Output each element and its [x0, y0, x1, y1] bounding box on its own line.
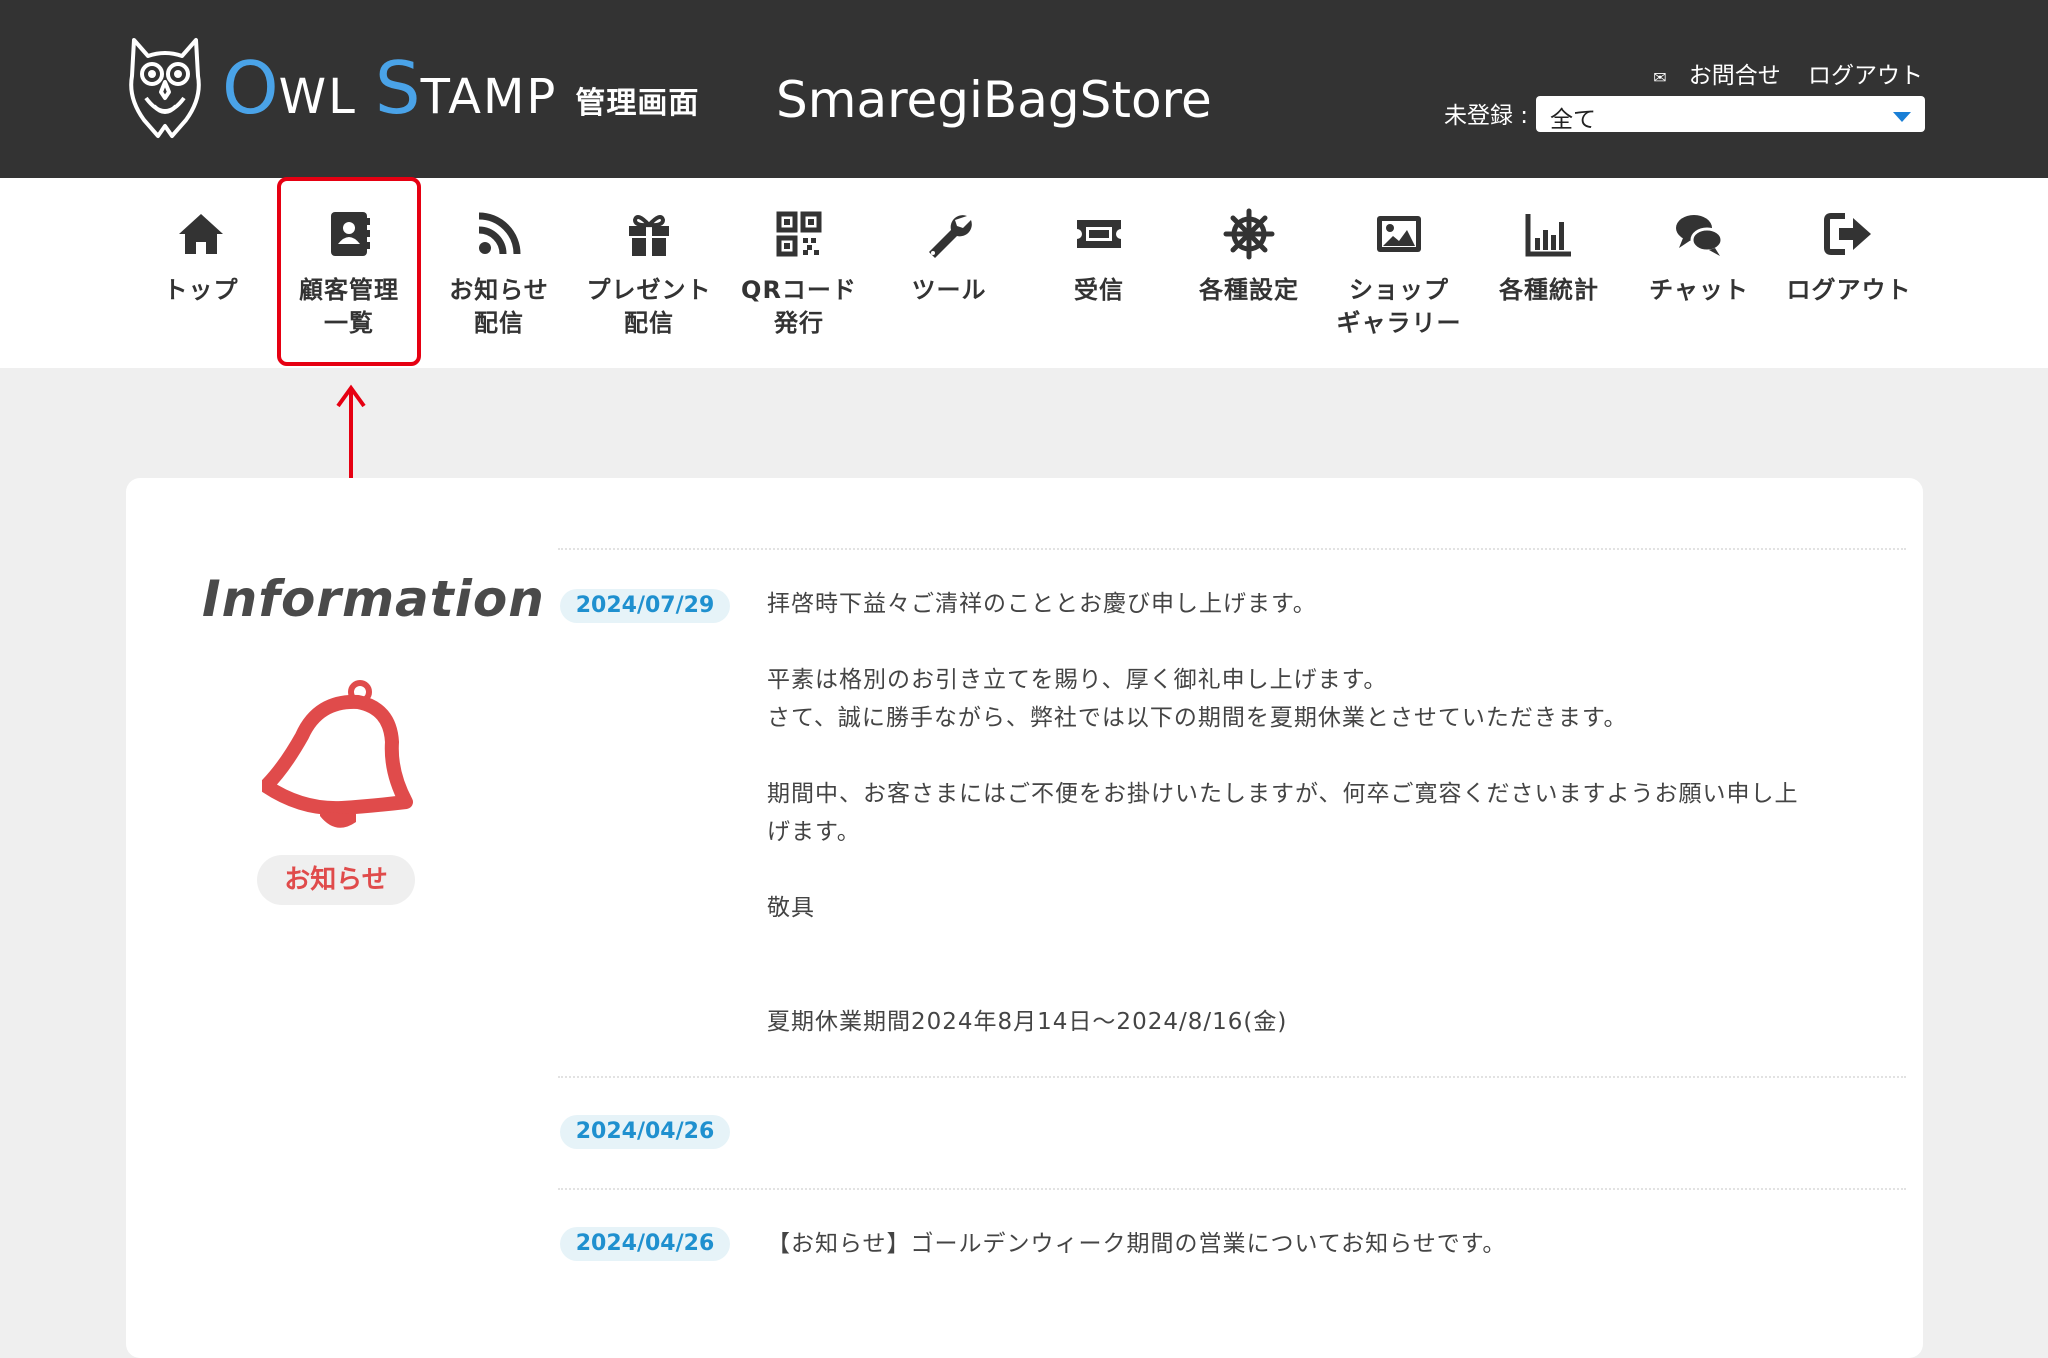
brand-letters-tamp: TAMP — [420, 69, 558, 125]
wrench-icon — [929, 215, 972, 258]
post-line: 期間中、お客さまにはご不便をお掛けいたしますが、何卒ご寛容くださいますようお願い… — [767, 781, 1799, 807]
filter-label: 未登録 : — [1444, 103, 1529, 129]
post-body: 拝啓時下益々ご清祥のこととお慶び申し上げます。 平素は格別のお引き立てを賜り、厚… — [767, 585, 1877, 1041]
brand-letter-s: S — [374, 46, 421, 130]
bell-icon — [262, 680, 413, 828]
brand-wordmark: OWL STAMP 管理画面 — [222, 48, 699, 128]
nav-item-stats[interactable]: 各種統計 — [1479, 178, 1619, 368]
post-line: 夏期休業期間2024年8月14日〜2024/8/16(金) — [767, 1009, 1288, 1035]
post-line: げます。 — [767, 819, 861, 845]
nav-label: ログアウト — [1786, 276, 1912, 304]
nav-item-top[interactable]: トップ — [131, 178, 271, 368]
header-bar: OWL STAMP 管理画面 SmaregiBagStore ✉ お問合せ ログアウト… — [0, 0, 2048, 178]
post-divider — [558, 548, 1906, 550]
post-line — [767, 623, 1877, 661]
filter-selected-value: 全て — [1550, 107, 1596, 133]
unregistered-filter-select[interactable]: 全て — [1536, 96, 1925, 133]
owl-logo-icon — [129, 38, 201, 138]
post-body: 【お知らせ】ゴールデンウィーク期間の営業についてお知らせです。 — [767, 1225, 1877, 1263]
post-line: 【お知らせ】ゴールデンウィーク期間の営業についてお知らせです。 — [767, 1231, 1507, 1257]
post-date: 2024/04/26 — [560, 1227, 730, 1261]
highlight-box — [277, 177, 421, 366]
contact-link[interactable]: ✉ お問合せ — [1633, 63, 1780, 89]
nav-label-2: 発行 — [774, 309, 824, 337]
home-icon — [179, 214, 223, 254]
nav-label-2: ギャラリー — [1336, 309, 1462, 337]
ship-wheel-icon — [1223, 208, 1275, 260]
header-links: ✉ お問合せ ログアウト — [1613, 56, 1923, 90]
post-line: さて、誠に勝手ながら、弊社では以下の期間を夏期休業とさせていただきます。 — [767, 705, 1628, 731]
post-line: 拝啓時下益々ご清祥のこととお慶び申し上げます。 — [767, 591, 1317, 617]
nav-item-gallery[interactable]: ショップ ギャラリー — [1329, 178, 1469, 368]
nav-item-tools[interactable]: ツール — [879, 178, 1019, 368]
brand-letter-o: O — [222, 46, 279, 130]
post-line — [767, 965, 1877, 1003]
post-line — [767, 927, 1877, 965]
nav-item-settings[interactable]: 各種設定 — [1179, 178, 1319, 368]
post-date: 2024/07/29 — [560, 589, 730, 623]
rss-icon — [478, 212, 521, 255]
nav-item-logout[interactable]: ログアウト — [1779, 178, 1919, 368]
mail-icon: ✉ — [1653, 68, 1667, 87]
chat-bubbles-icon — [1676, 215, 1724, 256]
gift-icon — [629, 214, 669, 256]
nav-item-qrcode[interactable]: QRコード 発行 — [729, 178, 869, 368]
logout-link[interactable]: ログアウト — [1808, 63, 1923, 89]
store-name: SmaregiBagStore — [776, 71, 1212, 129]
brand-letters-wl: WL — [278, 69, 357, 125]
oshirase-badge: お知らせ — [257, 855, 415, 905]
sign-out-icon — [1824, 213, 1871, 255]
bar-chart-icon — [1525, 214, 1571, 257]
nav-item-receive[interactable]: 受信 — [1029, 178, 1169, 368]
nav-item-news[interactable]: お知らせ 配信 — [429, 178, 569, 368]
nav-item-chat[interactable]: チャット — [1629, 178, 1769, 368]
information-title: Information — [202, 570, 545, 628]
contact-link-label: お問合せ — [1688, 63, 1781, 89]
image-icon — [1377, 216, 1421, 252]
ticket-icon — [1077, 220, 1121, 248]
dropdown-arrow-icon — [1893, 112, 1911, 122]
post-line: 敬具 — [767, 895, 815, 921]
nav-item-present[interactable]: プレゼント 配信 — [579, 178, 719, 368]
post-line — [767, 851, 1877, 889]
post-divider — [558, 1076, 1906, 1078]
post-line: 平素は格別のお引き立てを賜り、厚く御礼申し上げます。 — [767, 667, 1388, 693]
post-line — [767, 737, 1877, 775]
post-date: 2024/04/26 — [560, 1115, 730, 1149]
brand-suffix: 管理画面 — [575, 86, 700, 121]
post-divider — [558, 1188, 1906, 1190]
qrcode-icon — [776, 211, 822, 257]
